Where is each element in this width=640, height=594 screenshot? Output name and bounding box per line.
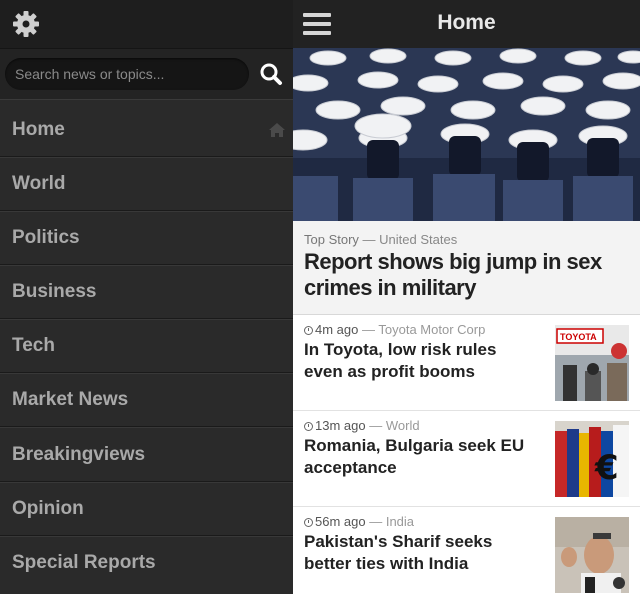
meta-separator: — (369, 418, 386, 433)
clock-icon (304, 422, 313, 431)
home-icon (269, 123, 285, 137)
main-content: Top Story — United States Report shows b… (293, 0, 640, 594)
story-item[interactable]: 13m ago — World Romania, Bulgaria seek E… (293, 411, 640, 507)
sidebar: Home World Politics Business Tech Market… (0, 0, 293, 594)
sidebar-item-market-news[interactable]: Market News (0, 373, 293, 427)
clock-icon (304, 326, 313, 335)
search-icon[interactable] (259, 62, 283, 86)
svg-text:TOYOTA: TOYOTA (560, 332, 597, 342)
top-story-kicker: Top Story (304, 232, 359, 247)
story-item[interactable]: 4m ago — Toyota Motor Corp In Toyota, lo… (293, 315, 640, 411)
story-thumbnail[interactable]: TOYOTA (555, 325, 629, 401)
story-section: India (385, 514, 415, 529)
top-story-image[interactable] (293, 48, 640, 221)
story-meta: 4m ago — Toyota Motor Corp (304, 322, 485, 337)
sidebar-item-home[interactable]: Home (0, 103, 293, 157)
sidebar-item-label: Home (12, 119, 65, 140)
sidebar-item-label: Special Reports (12, 552, 156, 573)
meta-separator: — (362, 232, 380, 247)
sidebar-item-label: Tech (12, 335, 55, 356)
sidebar-item-label: World (12, 173, 66, 194)
meta-separator: — (369, 514, 386, 529)
story-time: 4m ago (315, 322, 359, 337)
sidebar-item-label: Market News (12, 389, 129, 410)
sidebar-item-label: Business (12, 281, 97, 302)
story-section: Toyota Motor Corp (378, 322, 486, 337)
story-meta: 13m ago — World (304, 418, 420, 433)
search-bar (0, 48, 293, 100)
story-headline[interactable]: Pakistan's Sharif seeks better ties with… (304, 531, 539, 575)
sidebar-item-politics[interactable]: Politics (0, 211, 293, 265)
gear-icon[interactable] (12, 10, 40, 38)
story-thumbnail[interactable] (555, 517, 629, 593)
meta-separator: — (362, 322, 379, 337)
sidebar-item-label: Breakingviews (12, 444, 146, 465)
search-input[interactable] (5, 58, 249, 90)
story-headline[interactable]: Romania, Bulgaria seek EU acceptance (304, 435, 539, 479)
sidebar-item-business[interactable]: Business (0, 265, 293, 319)
story-headline[interactable]: In Toyota, low risk rules even as profit… (304, 339, 539, 383)
story-time: 13m ago (315, 418, 366, 433)
page-title: Home (437, 11, 496, 34)
sidebar-header (0, 0, 293, 48)
top-story-section: United States (379, 232, 458, 247)
sidebar-item-label: Opinion (12, 498, 84, 519)
clock-icon (304, 518, 313, 527)
sidebar-item-special-reports[interactable]: Special Reports (0, 536, 293, 590)
sidebar-item-breakingviews[interactable]: Breakingviews (0, 428, 293, 482)
top-story[interactable]: Top Story — United States Report shows b… (293, 221, 640, 315)
svg-text:€: € (594, 448, 619, 488)
story-section: World (385, 418, 420, 433)
sidebar-item-label: Politics (12, 227, 80, 248)
story-time: 56m ago (315, 514, 366, 529)
story-meta: 56m ago — India (304, 514, 414, 529)
sidebar-item-world[interactable]: World (0, 157, 293, 211)
story-item[interactable]: 56m ago — India Pakistan's Sharif seeks … (293, 507, 640, 594)
sidebar-item-tech[interactable]: Tech (0, 319, 293, 373)
top-story-headline[interactable]: Report shows big jump in sex crimes in m… (304, 249, 624, 301)
story-thumbnail[interactable]: € (555, 421, 629, 497)
sidebar-item-opinion[interactable]: Opinion (0, 482, 293, 536)
top-story-meta: Top Story — United States (304, 232, 457, 247)
top-bar: Home (293, 0, 640, 48)
